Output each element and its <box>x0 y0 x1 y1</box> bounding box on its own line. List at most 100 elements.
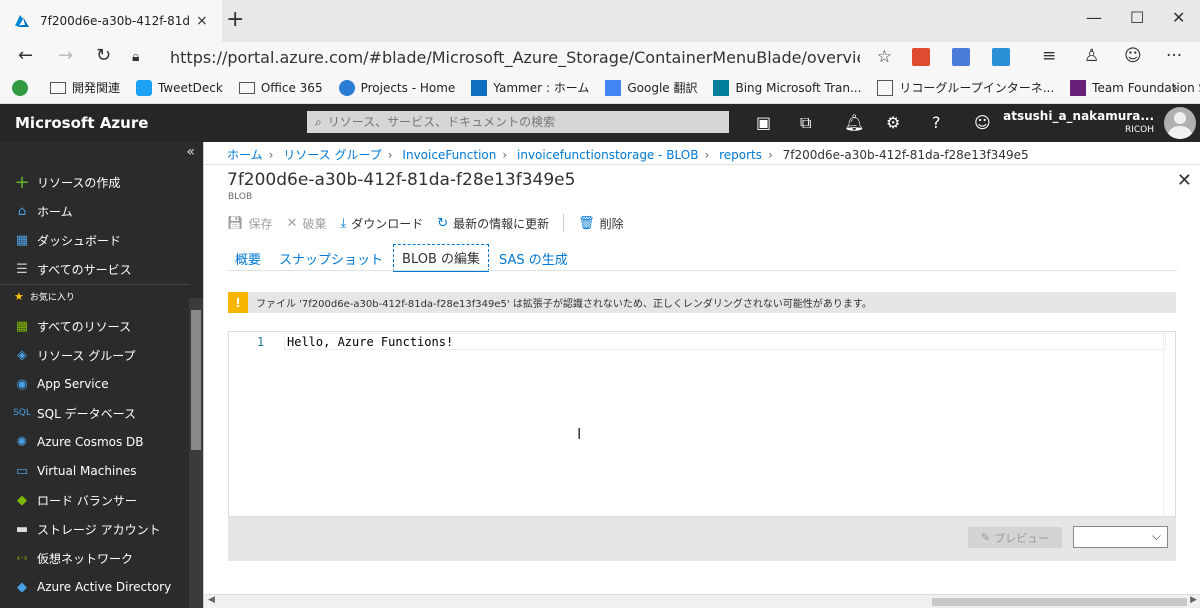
breadcrumb-home[interactable]: ホーム <box>227 148 263 162</box>
refresh-button[interactable]: ↻ 最新の情報に更新 <box>437 215 549 232</box>
help-icon[interactable]: ? <box>932 113 941 132</box>
discard-button[interactable]: ✕ 破棄 <box>287 215 327 232</box>
app-service-icon: ◉ <box>16 376 28 392</box>
tab-overview[interactable]: 概要 <box>227 246 269 271</box>
discard-x-icon: ✕ <box>286 215 298 231</box>
extension-translate-icon[interactable] <box>952 48 970 66</box>
collapse-sidebar-icon[interactable]: « <box>186 144 195 160</box>
more-menu-icon[interactable]: ··· <box>1166 46 1182 66</box>
bookmark-7[interactable]: リコーグループインターネ... <box>877 79 1054 96</box>
bookmark-6[interactable]: Bing Microsoft Tran... <box>713 79 861 96</box>
sidebar-scroll-thumb[interactable] <box>191 310 201 450</box>
bookmark-0[interactable]: 開発関連 <box>50 79 120 96</box>
azure-search[interactable]: ⌕ <box>307 111 729 133</box>
command-bar: 💾︎ 保存 ✕ 破棄 ⤓ ダウンロード ↻ 最新の情報に更新 🗑︎ 削除 <box>227 212 638 234</box>
tweetdeck-icon <box>136 79 153 96</box>
sidebar-scrollbar[interactable] <box>189 298 203 608</box>
sidebar-item-cosmos-db[interactable]: ✺ Azure Cosmos DB <box>0 428 190 456</box>
azure-top-bar: Microsoft Azure ⌕ ▣ ⧉ 🔔︎ ⚙ ? ☺ atsushi_a… <box>0 104 1200 142</box>
favorites-list-icon[interactable]: ≡ <box>1042 46 1056 66</box>
feedback-smile-icon[interactable]: ☺ <box>974 113 991 132</box>
extension-office-icon[interactable] <box>912 48 930 66</box>
language-select[interactable]: ⌵ <box>1073 526 1168 548</box>
extension-bing-icon[interactable] <box>992 48 1010 66</box>
app-green-icon <box>12 79 28 96</box>
forward-icon[interactable]: → <box>58 45 73 66</box>
all-resources-icon: ▦ <box>15 318 29 334</box>
visual-studio-icon <box>1070 79 1087 96</box>
delete-button[interactable]: 🗑︎ 削除 <box>578 215 624 232</box>
favorite-star-icon[interactable]: ☆ <box>877 47 892 67</box>
browser-tab[interactable]: 7f200d6e-a30b-412f-81da-f28e1 × <box>0 0 222 42</box>
page-subtitle: BLOB <box>228 192 253 202</box>
bookmark-4[interactable]: Yammer : ホーム <box>471 79 589 96</box>
feedback-smile-icon[interactable]: ☺ <box>1124 46 1142 66</box>
settings-gear-icon[interactable]: ⚙ <box>886 113 900 132</box>
directory-filter-icon[interactable]: ⧉ <box>800 113 811 133</box>
user-account[interactable]: atsushi_a_nakamura... RICOH <box>1003 109 1154 135</box>
sidebar-item-virtual-machines[interactable]: ▭ Virtual Machines <box>0 457 190 485</box>
window-close-icon[interactable]: ✕ <box>1172 8 1185 27</box>
warning-banner: ! ファイル '7f200d6e-a30b-412f-81da-f28e13f3… <box>228 292 1176 313</box>
cloud-shell-icon[interactable]: ▣ <box>756 113 771 132</box>
tab-generate-sas[interactable]: SAS の生成 <box>491 246 576 271</box>
tab-edit-blob[interactable]: BLOB の編集 <box>393 244 490 272</box>
profile-icon[interactable]: ♙ <box>1084 46 1099 66</box>
azure-search-input[interactable] <box>327 115 708 129</box>
url-field[interactable]: 🔒︎ https://portal.azure.com/#blade/Micro… <box>132 42 892 72</box>
scroll-right-icon[interactable]: ▶ <box>1190 595 1197 605</box>
editor-container: 1 Hello, Azure Functions! I ✎ プレビュー ⌵ <box>228 331 1176 561</box>
sidebar-item-active-directory[interactable]: ◆ Azure Active Directory <box>0 573 190 601</box>
tab-snapshots[interactable]: スナップショット <box>271 246 391 271</box>
sidebar-item-home[interactable]: ⌂ ホーム <box>0 197 190 225</box>
close-blade-icon[interactable]: ✕ <box>1177 170 1192 191</box>
sidebar-item-storage-account[interactable]: ▬ ストレージ アカウント <box>0 515 190 543</box>
sidebar-item-load-balancer[interactable]: ◆ ロード バランサー <box>0 486 190 514</box>
code-editor[interactable]: 1 Hello, Azure Functions! I <box>228 331 1176 517</box>
editor-scrollbar[interactable] <box>1163 332 1175 516</box>
bookmarks-more-icon[interactable]: › <box>1172 78 1178 97</box>
horizontal-scroll-thumb[interactable] <box>932 598 1187 606</box>
virtual-network-icon: ‹·› <box>16 552 28 564</box>
breadcrumb-resource-groups[interactable]: リソース グループ <box>283 148 382 162</box>
sidebar-item-all-services[interactable]: ☰ すべてのサービス <box>0 255 190 283</box>
sidebar-item-sql-database[interactable]: SQL SQL データベース <box>0 399 190 427</box>
browser-tab-bar: 7f200d6e-a30b-412f-81da-f28e1 × + — ☐ ✕ <box>0 0 1200 42</box>
horizontal-scrollbar[interactable]: ◀ ▶ <box>204 594 1200 608</box>
refresh-icon[interactable]: ↻ <box>96 45 111 66</box>
bookmark-1[interactable]: TweetDeck <box>136 79 223 96</box>
sidebar-item-create[interactable]: + リソースの作成 <box>0 168 190 196</box>
plus-icon: + <box>14 171 30 193</box>
home-icon: ⌂ <box>17 203 27 219</box>
notifications-bell-icon[interactable]: 🔔︎ <box>844 113 864 132</box>
bookmark-app[interactable] <box>12 79 34 96</box>
save-button[interactable]: 💾︎ 保存 <box>227 215 273 232</box>
bookmark-5[interactable]: Google 翻訳 <box>605 79 697 96</box>
new-tab-icon[interactable]: + <box>226 9 244 31</box>
bookmark-8[interactable]: Team Foundation S... <box>1070 79 1200 96</box>
avatar[interactable] <box>1164 107 1196 139</box>
breadcrumb-invoice-function[interactable]: InvoiceFunction <box>402 148 496 162</box>
sidebar-item-dashboard[interactable]: ▦ ダッシュボード <box>0 226 190 254</box>
breadcrumb: ホーム › リソース グループ › InvoiceFunction › invoice… <box>227 148 1029 162</box>
scroll-left-icon[interactable]: ◀ <box>208 595 215 605</box>
bookmark-2[interactable]: Office 365 <box>238 81 323 95</box>
chevron-down-icon: ⌵ <box>1151 529 1161 543</box>
azure-favicon-icon <box>15 15 29 27</box>
azure-brand[interactable]: Microsoft Azure <box>15 114 148 132</box>
sidebar-item-app-service[interactable]: ◉ App Service <box>0 370 190 398</box>
sidebar-item-virtual-network[interactable]: ‹·› 仮想ネットワーク <box>0 544 190 572</box>
maximize-icon[interactable]: ☐ <box>1130 8 1144 27</box>
code-line[interactable]: Hello, Azure Functions! <box>287 335 453 349</box>
trash-icon: 🗑︎ <box>578 215 595 231</box>
sidebar-item-resource-groups[interactable]: ◈ リソース グループ <box>0 341 190 369</box>
minimize-icon[interactable]: — <box>1086 8 1102 27</box>
bookmark-3[interactable]: Projects - Home <box>338 79 455 96</box>
breadcrumb-reports[interactable]: reports <box>719 148 762 162</box>
tab-close-icon[interactable]: × <box>196 13 208 29</box>
download-button[interactable]: ⤓ ダウンロード <box>340 215 423 232</box>
sidebar-item-all-resources[interactable]: ▦ すべてのリソース <box>0 312 190 340</box>
preview-button[interactable]: ✎ プレビュー <box>968 527 1062 548</box>
back-icon[interactable]: ← <box>18 45 33 66</box>
breadcrumb-storage-blob[interactable]: invoicefunctionstorage - BLOB <box>517 148 698 162</box>
